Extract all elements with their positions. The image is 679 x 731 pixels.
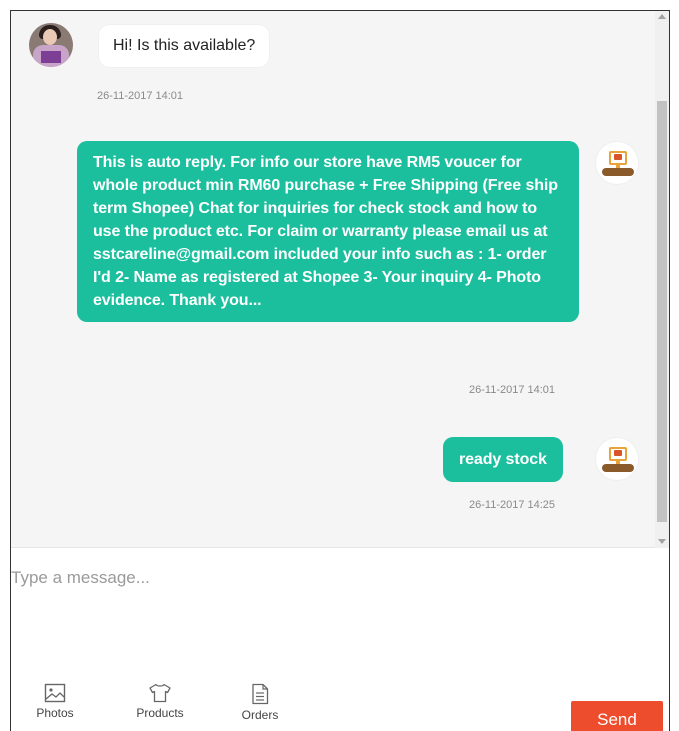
scroll-up-arrow-icon[interactable] <box>658 14 666 19</box>
chat-window: Hi! Is this available? 26-11-2017 14:01 … <box>10 10 670 731</box>
document-icon <box>252 683 269 705</box>
message-timestamp: 26-11-2017 14:01 <box>97 90 184 102</box>
photos-label: Photos <box>36 706 74 720</box>
message-input[interactable] <box>11 563 651 593</box>
store-avatar[interactable] <box>595 437 639 481</box>
tshirt-icon <box>149 683 171 703</box>
image-icon <box>44 683 66 703</box>
scroll-down-arrow-icon[interactable] <box>658 539 666 544</box>
send-button[interactable]: Send <box>571 701 663 731</box>
outgoing-message-bubble: This is auto reply. For info our store h… <box>77 141 579 322</box>
orders-label: Orders <box>241 708 279 722</box>
message-scrollbar[interactable] <box>655 11 669 548</box>
products-button[interactable]: Products <box>125 683 195 720</box>
message-timestamp: 26-11-2017 14:01 <box>469 384 556 396</box>
message-timestamp: 26-11-2017 14:25 <box>469 499 556 511</box>
store-avatar[interactable] <box>595 141 639 185</box>
products-label: Products <box>136 706 184 720</box>
message-list[interactable]: Hi! Is this available? 26-11-2017 14:01 … <box>11 11 669 548</box>
incoming-message-bubble: Hi! Is this available? <box>99 25 270 67</box>
outgoing-message-bubble: ready stock <box>443 437 563 482</box>
scrollbar-thumb[interactable] <box>657 101 667 522</box>
composer: Photos Products Orders Send <box>11 549 669 731</box>
orders-button[interactable]: Orders <box>225 683 295 722</box>
photos-button[interactable]: Photos <box>20 683 90 720</box>
buyer-avatar[interactable] <box>29 23 73 67</box>
